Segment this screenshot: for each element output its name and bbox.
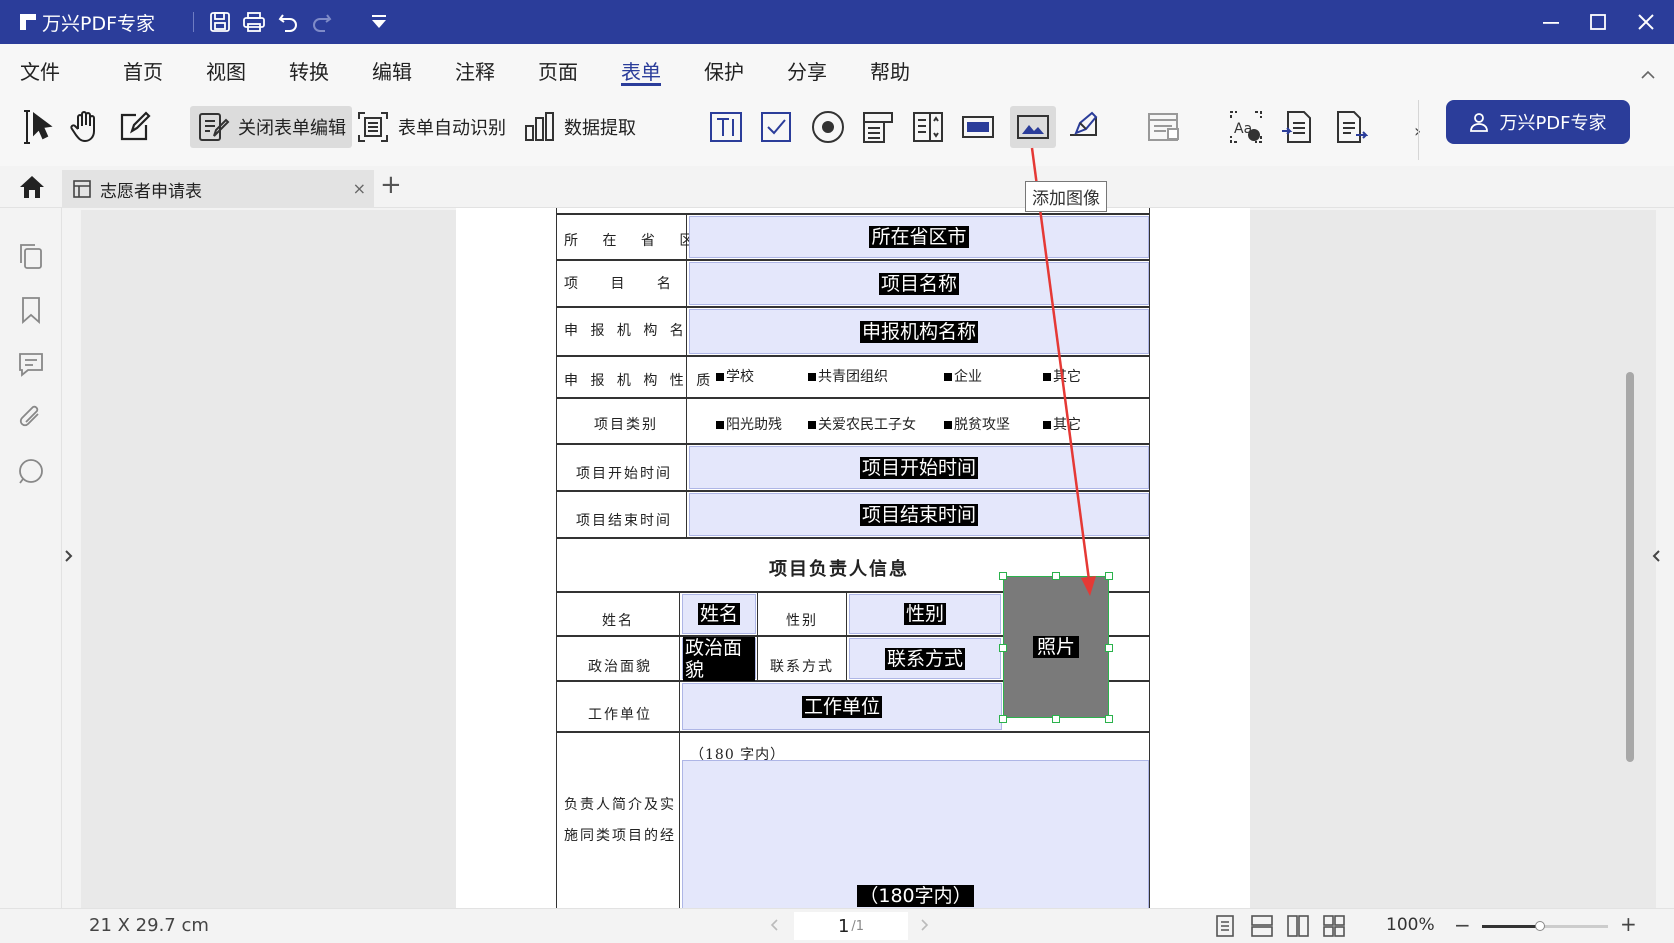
expand-right-panel-icon[interactable]: [1652, 548, 1662, 567]
single-page-view-icon[interactable]: [1214, 914, 1236, 942]
previous-page-icon[interactable]: [770, 917, 780, 936]
next-page-icon[interactable]: [920, 917, 930, 936]
page-size-label: 21 X 29.7 cm: [89, 915, 209, 936]
add-image-tooltip: 添加图像: [1025, 181, 1107, 212]
zoom-slider-fill: [1482, 925, 1540, 928]
zoom-level[interactable]: 100%: [1386, 915, 1435, 935]
zoom-out-icon[interactable]: −: [1454, 913, 1471, 937]
zoom-slider-knob[interactable]: [1534, 921, 1545, 931]
current-page: 1: [837, 915, 850, 937]
zoom-slider[interactable]: [1482, 921, 1608, 931]
zoom-in-icon[interactable]: +: [1620, 912, 1637, 936]
page-number-input[interactable]: 1 /1: [794, 912, 908, 940]
annotation-arrow: [1030, 147, 1096, 596]
grid-view-icon[interactable]: [1322, 914, 1346, 942]
two-page-view-icon[interactable]: [1286, 914, 1310, 942]
continuous-view-icon[interactable]: [1250, 914, 1274, 942]
total-pages: /1: [851, 918, 865, 934]
status-bar: 21 X 29.7 cm 1 /1 100% − +: [0, 908, 1674, 943]
vertical-scrollbar[interactable]: [1626, 372, 1634, 762]
